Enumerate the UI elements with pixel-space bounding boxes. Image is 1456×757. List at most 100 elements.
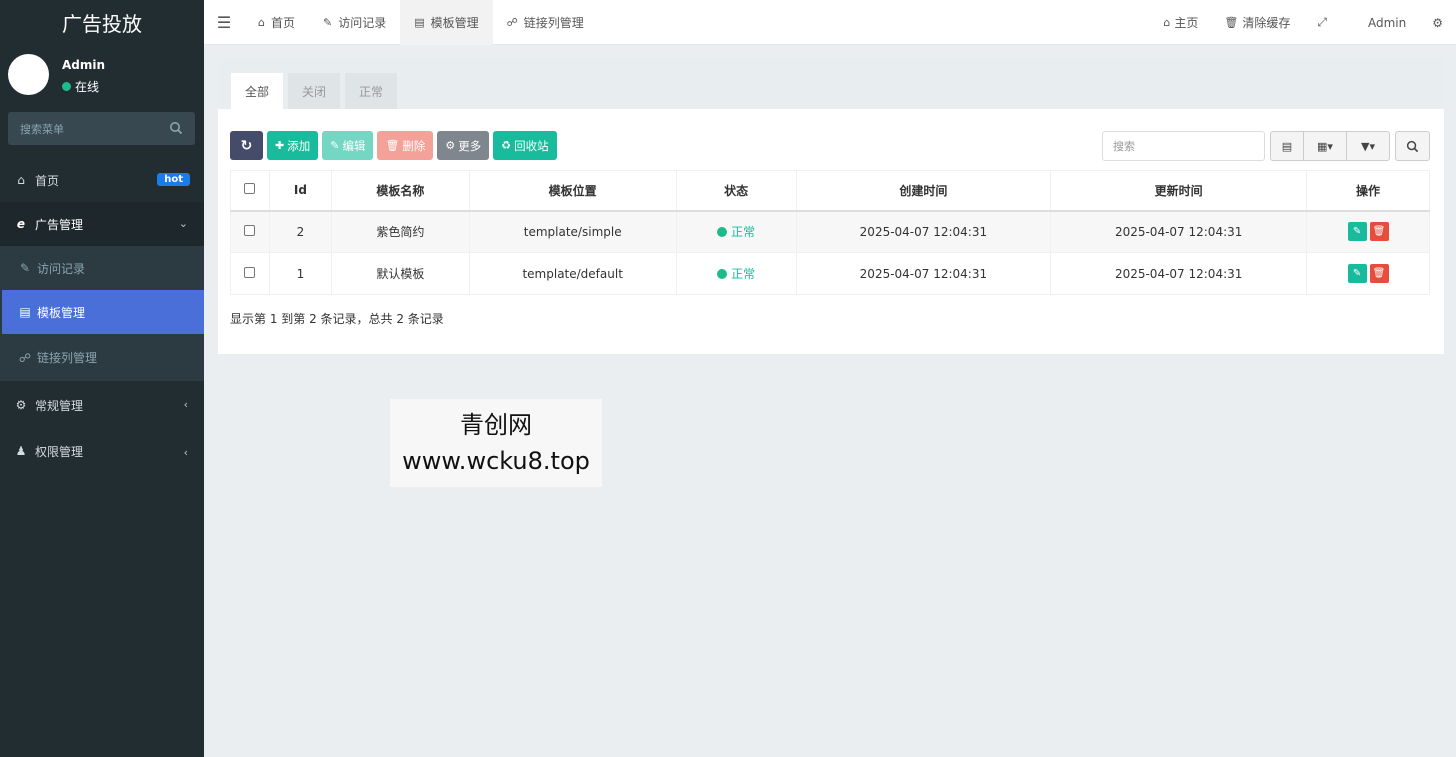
- tab-label: 访问记录: [338, 15, 387, 30]
- admin-user-menu[interactable]: Admin: [1355, 16, 1419, 30]
- row-select-cell: [230, 252, 270, 295]
- cell-actions: ✎ 🗑: [1306, 210, 1430, 253]
- table-search-input[interactable]: 搜索: [1102, 131, 1265, 161]
- cell-id: 1: [268, 252, 332, 295]
- edit-button[interactable]: ✎ 编辑: [322, 131, 374, 160]
- sidebar-item-label: 权限管理: [35, 444, 84, 459]
- cell-status: 正常: [675, 210, 797, 253]
- delete-button[interactable]: 🗑 删除: [377, 131, 434, 160]
- cell-created: 2025-04-07 12:04:31: [795, 210, 1052, 253]
- users-icon: ♟: [15, 444, 27, 458]
- status-badge[interactable]: 正常: [717, 265, 755, 282]
- sidebar-item-link-list[interactable]: ☍ 链接列管理: [0, 334, 204, 381]
- cell-name: 紫色简约: [330, 210, 470, 253]
- menu-toggle-icon[interactable]: ☰: [204, 0, 244, 45]
- row-edit-button[interactable]: ✎: [1347, 264, 1367, 283]
- search-icon[interactable]: [169, 121, 183, 135]
- table-row: 1 默认模板 template/default 正常 2025-04-07 12…: [230, 252, 1430, 295]
- fullscreen-icon[interactable]: ⤢: [1303, 15, 1355, 30]
- plus-icon: ✚: [275, 139, 285, 152]
- row-checkbox[interactable]: [244, 266, 256, 278]
- sidebar-search-input[interactable]: 搜索菜单: [8, 112, 195, 145]
- link-icon: ☍: [18, 350, 32, 365]
- select-all-checkbox[interactable]: [244, 183, 256, 195]
- sidebar-item-home[interactable]: ⌂ 首页 hot: [0, 158, 204, 202]
- table-row: 2 紫色简约 template/simple 正常 2025-04-07 12:…: [230, 210, 1430, 253]
- cell-name: 默认模板: [330, 252, 470, 295]
- brand-logo[interactable]: 广告投放: [0, 0, 204, 45]
- sidebar-item-label: 常规管理: [35, 398, 84, 413]
- table-search-placeholder: 搜索: [1113, 140, 1135, 153]
- status-dot-icon: [717, 268, 728, 279]
- template-table: Id 模板名称 模板位置 状态 创建时间 更新时间 操作 2 紫色简约 temp…: [230, 170, 1430, 295]
- main-home-link[interactable]: ⌂ 主页: [1150, 14, 1211, 31]
- row-select-cell: [230, 210, 270, 253]
- chevron-left-icon: ‹: [183, 398, 188, 411]
- row-delete-button[interactable]: 🗑: [1369, 264, 1389, 283]
- refresh-button[interactable]: ↻: [230, 131, 263, 160]
- row-edit-button[interactable]: ✎: [1347, 222, 1367, 242]
- more-button[interactable]: ⚙ 更多: [437, 131, 490, 160]
- user-panel: Admin 在线: [0, 45, 204, 105]
- tab-template-management[interactable]: ▤ 模板管理: [400, 0, 493, 45]
- toolbar: ↻ ✚ 添加 ✎ 编辑 🗑 删除 ⚙ 更多 ♻ 回收站: [230, 131, 557, 160]
- sidebar-search-placeholder: 搜索菜单: [20, 122, 64, 136]
- pagination-info: 显示第 1 到第 2 条记录，总共 2 条记录: [230, 312, 444, 326]
- tab-label: 链接列管理: [523, 15, 584, 30]
- home-icon: ⌂: [258, 15, 265, 29]
- tab-visit-log[interactable]: ✎ 访问记录: [309, 0, 400, 45]
- panel-tabs: 全部 关闭 正常: [218, 58, 1444, 109]
- header-created[interactable]: 创建时间: [795, 170, 1052, 212]
- table-search-button[interactable]: [1395, 131, 1430, 161]
- pencil-icon: ✎: [19, 261, 31, 275]
- ad-management-submenu: ✎ 访问记录 ▤ 模板管理 ☍ 链接列管理: [0, 246, 204, 381]
- table-header-row: Id 模板名称 模板位置 状态 创建时间 更新时间 操作: [230, 170, 1430, 212]
- sidebar-item-template-management[interactable]: ▤ 模板管理: [2, 290, 204, 334]
- sidebar-item-permission[interactable]: ♟ 权限管理 ‹: [0, 429, 204, 473]
- tab-label: 首页: [270, 15, 295, 30]
- pencil-icon: ✎: [323, 15, 333, 29]
- row-checkbox[interactable]: [244, 224, 256, 236]
- sidebar-item-visit-log[interactable]: ✎ 访问记录: [0, 246, 204, 290]
- status-label: 正常: [731, 267, 756, 281]
- tab-home[interactable]: ⌂ 首页: [244, 0, 309, 45]
- export-icon: ▼▾: [1361, 139, 1375, 153]
- header-path[interactable]: 模板位置: [468, 170, 677, 212]
- header-updated[interactable]: 更新时间: [1050, 170, 1308, 212]
- trash-icon: 🗑: [385, 139, 400, 152]
- sidebar-item-label: 访问记录: [37, 261, 86, 276]
- sidebar-item-ad-management[interactable]: e 广告管理 ⌄: [0, 202, 204, 246]
- gears-icon: ⚙: [15, 398, 27, 412]
- header-name[interactable]: 模板名称: [330, 170, 470, 212]
- top-right-actions: ⌂ 主页 🗑 清除缓存 ⤢ Admin ⚙: [1150, 0, 1456, 45]
- columns-button[interactable]: ▦▾: [1304, 131, 1347, 161]
- sidebar-item-label: 链接列管理: [37, 351, 98, 365]
- cell-status: 正常: [675, 252, 797, 295]
- toggle-view-button[interactable]: ▤: [1270, 131, 1304, 161]
- tab-link-list[interactable]: ☍ 链接列管理: [493, 0, 598, 45]
- pencil-icon: ✎: [330, 139, 340, 152]
- header-status[interactable]: 状态: [675, 170, 797, 212]
- tab-normal[interactable]: 正常: [345, 73, 398, 109]
- tab-all[interactable]: 全部: [231, 73, 284, 109]
- settings-gears-icon[interactable]: ⚙: [1419, 16, 1456, 30]
- export-button[interactable]: ▼▾: [1347, 131, 1390, 161]
- link-icon: ☍: [506, 15, 518, 29]
- tab-closed[interactable]: 关闭: [288, 73, 341, 109]
- edit-label: 编辑: [342, 138, 366, 153]
- add-button[interactable]: ✚ 添加: [267, 131, 319, 160]
- add-label: 添加: [287, 138, 311, 153]
- trash-icon: 🗑: [1224, 16, 1239, 29]
- header-id[interactable]: Id: [268, 170, 332, 212]
- row-delete-button[interactable]: 🗑: [1369, 222, 1389, 242]
- list-icon: ▤: [414, 15, 425, 29]
- cell-updated: 2025-04-07 12:04:31: [1050, 210, 1308, 253]
- user-name: Admin: [62, 58, 106, 72]
- status-label: 正常: [731, 225, 756, 240]
- clear-cache-button[interactable]: 🗑 清除缓存: [1211, 14, 1303, 31]
- row-actions: ✎ 🗑: [1347, 264, 1389, 283]
- home-icon: ⌂: [17, 173, 25, 187]
- status-badge[interactable]: 正常: [717, 223, 755, 240]
- sidebar-item-general[interactable]: ⚙ 常规管理 ‹: [0, 381, 204, 429]
- recycle-bin-button[interactable]: ♻ 回收站: [493, 131, 557, 160]
